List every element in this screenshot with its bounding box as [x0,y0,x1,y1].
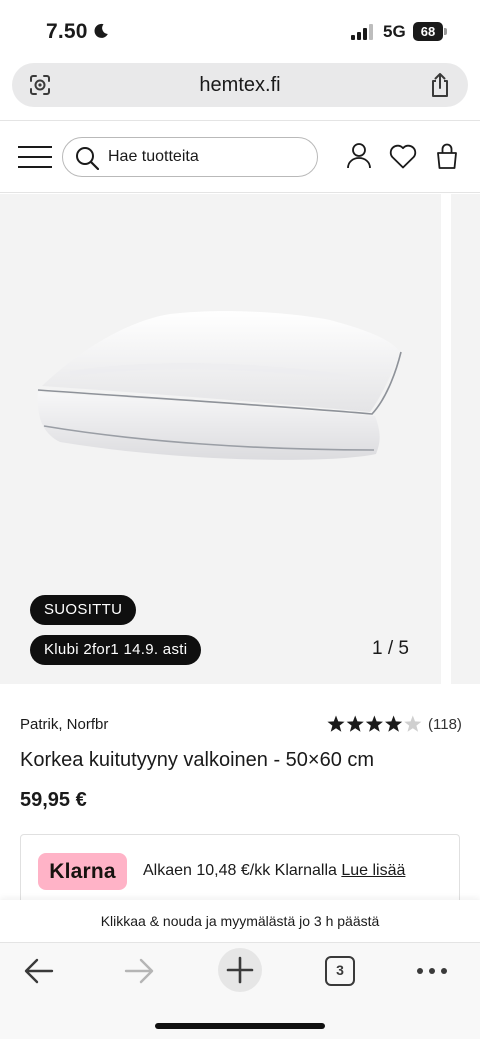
moon-icon [94,23,108,38]
pillow-image [37,311,402,460]
tabs-icon[interactable]: 3 [325,956,355,986]
klarna-text: Alkaen 10,48 €/kk Klarnalla Lue lisää [143,862,405,880]
share-icon[interactable] [428,72,452,98]
user-icon[interactable] [347,143,371,169]
home-indicator [155,1023,325,1029]
battery-tip [444,28,447,35]
star-filled-icon [346,715,364,732]
star-filled-icon [385,715,403,732]
network-type: 5G [383,22,406,41]
heart-icon[interactable] [389,144,417,169]
gallery-slide-next[interactable] [451,194,480,684]
status-bar: 7.50 5G 68 [0,0,480,62]
bag-icon[interactable] [436,143,458,169]
battery-level: 68 [413,22,443,41]
gallery-pager: 1 / 5 [372,638,409,659]
review-count[interactable]: (118) [428,716,462,733]
klarna-banner: Klarna Alkaen 10,48 €/kk Klarnalla Lue l… [20,834,460,909]
badge-club-offer: Klubi 2for1 14.9. asti [30,635,202,665]
product-brand[interactable]: Patrik, Norfbr [20,716,108,733]
badge-popular: SUOSITTU [30,595,137,625]
star-filled-icon [327,715,345,732]
star-empty-icon [404,715,422,732]
back-arrow-icon[interactable] [24,957,54,985]
pickup-notice: Klikkaa & nouda ja myymälästä jo 3 h pää… [100,913,380,929]
pickup-notice-bar: Klikkaa & nouda ja myymälästä jo 3 h pää… [0,900,480,942]
browser-toolbar: 3 [0,942,480,1039]
search-input[interactable]: Hae tuotteita [62,137,318,177]
more-icon[interactable] [416,963,448,979]
hamburger-menu-icon[interactable] [18,145,52,169]
product-gallery[interactable]: SUOSITTU Klubi 2for1 14.9. asti 1 / 5 [0,194,480,684]
forward-arrow-icon[interactable] [124,957,154,985]
search-placeholder: Hae tuotteita [108,148,199,165]
gallery-gap [441,194,451,684]
plus-icon [226,956,254,984]
klarna-installment: Alkaen 10,48 €/kk Klarnalla [143,862,337,879]
rating-stars[interactable] [327,715,422,733]
battery-icon: 68 [413,22,447,41]
new-tab-button[interactable] [218,948,262,992]
signal-icon [351,24,373,40]
status-time: 7.50 [46,20,88,43]
search-icon [76,147,99,170]
star-filled-icon [365,715,383,732]
product-title: Korkea kuitutyyny valkoinen - 50×60 cm [20,749,375,771]
klarna-logo: Klarna [38,853,127,890]
klarna-read-more-link[interactable]: Lue lisää [341,862,405,879]
address-bar[interactable]: hemtex.fi [12,63,468,107]
product-price: 59,95 € [20,789,87,811]
url-text[interactable]: hemtex.fi [12,74,468,97]
